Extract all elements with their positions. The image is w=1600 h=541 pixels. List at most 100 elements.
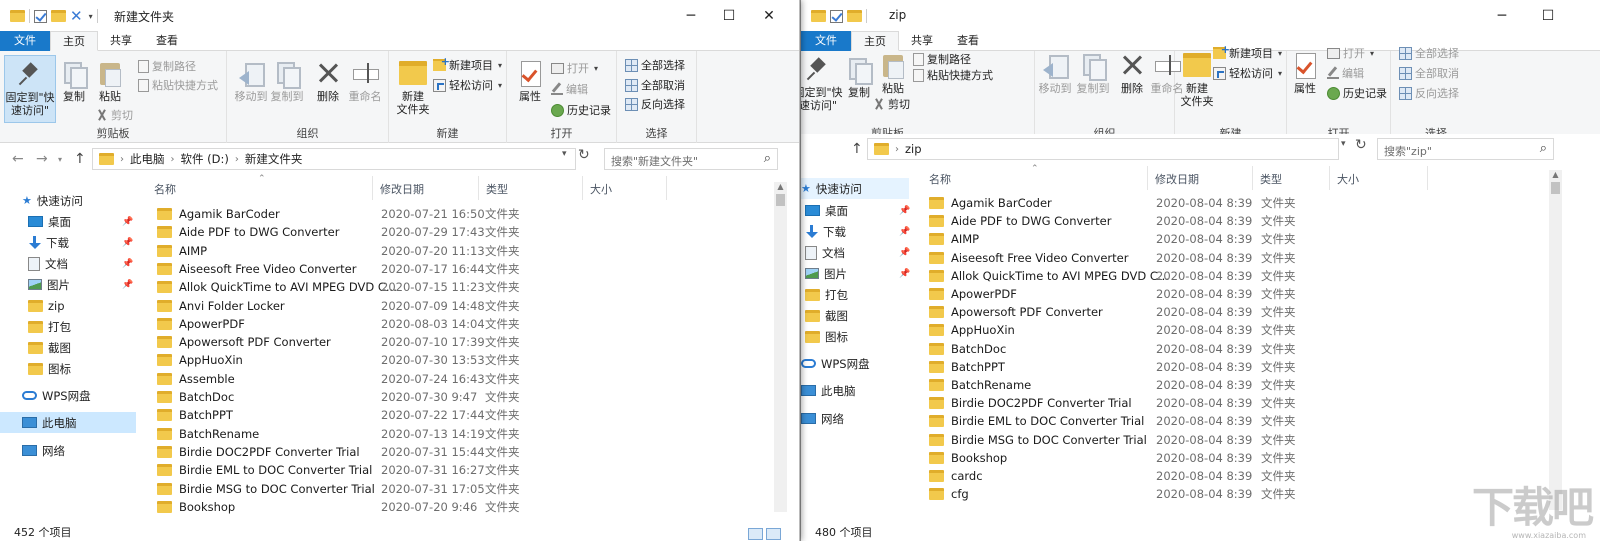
divider[interactable] <box>1252 166 1253 190</box>
pin-icon[interactable]: 📌 <box>899 206 910 216</box>
scrollbar-thumb[interactable] <box>1551 182 1560 194</box>
recent-dropdown-icon[interactable]: ▾ <box>58 155 62 164</box>
divider[interactable] <box>582 176 583 200</box>
edit-button[interactable]: 编辑 <box>1327 65 1364 81</box>
search-icon[interactable]: ⌕ <box>764 151 771 166</box>
invert-selection-button[interactable]: 反向选择 <box>1399 85 1459 101</box>
nav-folder-zip[interactable]: zip <box>0 295 65 316</box>
pin-quick-access-button[interactable]: 固定到"快速访问" <box>4 55 56 123</box>
file-row[interactable]: BatchPPT 2020-08-04 8:39 文件夹 <box>929 358 1489 376</box>
tab-view[interactable]: 查看 <box>144 31 190 51</box>
vertical-scrollbar[interactable]: ▲ <box>774 182 787 512</box>
select-none-button[interactable]: 全部取消 <box>625 77 685 93</box>
minimize-button[interactable]: ─ <box>1479 0 1525 31</box>
file-row[interactable]: Birdie EML to DOC Converter Trial 2020-07… <box>157 461 717 479</box>
breadcrumb-this-pc[interactable]: 此电脑 <box>124 151 171 167</box>
file-row[interactable]: Allok QuickTime to AVI MPEG DVD C... 2020… <box>929 267 1489 285</box>
scroll-up-icon[interactable]: ▲ <box>774 182 787 191</box>
history-button[interactable]: 历史记录 <box>551 102 611 118</box>
up-arrow-icon[interactable]: ↑ <box>851 141 863 157</box>
customize-caret-icon[interactable]: ▾ <box>89 12 93 21</box>
paste-shortcut-button[interactable]: 粘贴快捷方式 <box>913 67 993 83</box>
copy-button[interactable]: 复制 <box>56 59 92 103</box>
nav-quick-access[interactable]: ★ 快速访问 <box>0 190 83 211</box>
pin-icon[interactable]: 📌 <box>122 238 133 248</box>
new-folder-icon[interactable] <box>847 10 862 22</box>
properties-check-icon[interactable] <box>34 9 47 23</box>
new-folder-button[interactable]: 新建 文件夹 <box>1179 49 1215 108</box>
scrollbar-thumb[interactable] <box>776 194 785 206</box>
paste-button[interactable]: 粘贴 <box>90 59 130 103</box>
nav-pictures[interactable]: 图片 <box>0 274 70 295</box>
file-row[interactable]: Apowersoft PDF Converter 2020-07-10 17:39… <box>157 333 717 351</box>
divider[interactable] <box>666 176 667 200</box>
divider[interactable] <box>1329 166 1330 190</box>
file-row[interactable]: Birdie DOC2PDF Converter Trial 2020-07-31… <box>157 443 717 461</box>
paste-shortcut-button[interactable]: 粘贴快捷方式 <box>138 77 218 93</box>
copy-path-button[interactable]: 复制路径 <box>138 58 196 74</box>
file-row[interactable]: Bookshop 2020-07-20 9:46 文件夹 <box>157 498 717 516</box>
move-to-button[interactable]: 移动到 <box>1035 45 1075 95</box>
column-name[interactable]: 名称 <box>154 181 176 197</box>
file-row[interactable]: AppHuoXin 2020-08-04 8:39 文件夹 <box>929 321 1489 339</box>
file-row[interactable]: AIMP 2020-07-20 11:13 文件夹 <box>157 242 717 260</box>
tab-file[interactable]: 文件 <box>0 31 50 51</box>
file-row[interactable]: Birdie MSG to DOC Converter Trial 2020-07… <box>157 480 717 498</box>
properties-check-icon[interactable] <box>830 9 843 23</box>
nav-folder-dabao[interactable]: 打包 <box>801 284 848 305</box>
invert-selection-button[interactable]: 反向选择 <box>625 96 685 112</box>
file-row[interactable]: Birdie MSG to DOC Converter Trial 2020-08… <box>929 431 1489 449</box>
open-button[interactable]: 打开 ▾ <box>1327 45 1374 61</box>
scroll-up-icon[interactable]: ▲ <box>1549 170 1562 179</box>
move-to-button[interactable]: 移动到 <box>231 59 271 103</box>
nav-downloads[interactable]: 下载 <box>801 221 846 242</box>
address-bar[interactable]: › zip <box>867 138 1339 160</box>
forward-arrow-icon[interactable]: → <box>36 151 48 167</box>
pin-icon[interactable]: 📌 <box>122 259 133 269</box>
edit-button[interactable]: 编辑 <box>551 81 588 97</box>
nav-folder-tubiao[interactable]: 图标 <box>0 358 71 379</box>
file-row[interactable]: BatchRename 2020-08-04 8:39 文件夹 <box>929 376 1489 394</box>
nav-folder-jietu[interactable]: 截图 <box>801 305 848 326</box>
paste-button[interactable]: 粘贴 <box>873 47 913 95</box>
pin-icon[interactable]: 📌 <box>899 227 910 237</box>
delete-button[interactable]: 删除 <box>313 59 343 103</box>
pin-icon[interactable]: 📌 <box>899 269 910 279</box>
new-folder-icon[interactable] <box>51 10 66 22</box>
column-size[interactable]: 大小 <box>590 181 612 197</box>
new-item-button[interactable]: 新建项目 ▾ <box>1213 43 1282 61</box>
breadcrumb-folder[interactable]: 新建文件夹 <box>239 151 309 167</box>
file-row[interactable]: Allok QuickTime to AVI MPEG DVD C... 2020… <box>157 278 717 296</box>
properties-button[interactable]: 属性 <box>513 59 547 103</box>
details-view-icon[interactable] <box>748 528 763 540</box>
select-none-button[interactable]: 全部取消 <box>1399 65 1459 81</box>
column-name[interactable]: 名称 <box>929 171 951 187</box>
nav-wps[interactable]: WPS网盘 <box>0 385 91 406</box>
file-row[interactable]: BatchPPT 2020-07-22 17:44 文件夹 <box>157 406 717 424</box>
file-row[interactable]: BatchDoc 2020-07-30 9:47 文件夹 <box>157 388 717 406</box>
file-row[interactable]: AppHuoXin 2020-07-30 13:53 文件夹 <box>157 351 717 369</box>
breadcrumb-zip[interactable]: zip <box>899 142 928 156</box>
copy-path-button[interactable]: 复制路径 <box>913 51 971 67</box>
nav-downloads[interactable]: 下载 <box>0 232 69 253</box>
divider[interactable] <box>478 176 479 200</box>
new-folder-button[interactable]: 新建 文件夹 <box>395 59 431 116</box>
easy-access-button[interactable]: 轻松访问 ▾ <box>433 77 502 93</box>
tab-home[interactable]: 主页 <box>50 31 98 51</box>
up-arrow-icon[interactable]: ↑ <box>74 151 86 167</box>
file-row[interactable]: ApowerPDF 2020-08-03 14:04 文件夹 <box>157 315 717 333</box>
delete-button[interactable]: 删除 <box>1117 45 1147 95</box>
file-row[interactable]: Aide PDF to DWG Converter 2020-07-29 17:4… <box>157 223 717 241</box>
column-size[interactable]: 大小 <box>1337 171 1359 187</box>
search-icon[interactable]: ⌕ <box>1540 141 1547 156</box>
properties-button[interactable]: 属性 <box>1287 47 1323 95</box>
file-row[interactable]: Agamik BarCoder 2020-08-04 8:39 文件夹 <box>929 194 1489 212</box>
nav-network[interactable]: 网络 <box>801 408 844 429</box>
tab-file[interactable]: 文件 <box>801 31 851 51</box>
cut-button[interactable]: 剪切 <box>96 107 133 123</box>
chevron-down-icon[interactable]: ▾ <box>1341 139 1346 149</box>
file-row[interactable]: Aide PDF to DWG Converter 2020-08-04 8:39… <box>929 212 1489 230</box>
select-all-button[interactable]: 全部选择 <box>1399 45 1459 61</box>
file-row[interactable]: BatchDoc 2020-08-04 8:39 文件夹 <box>929 340 1489 358</box>
refresh-icon[interactable]: ↻ <box>1355 137 1367 153</box>
